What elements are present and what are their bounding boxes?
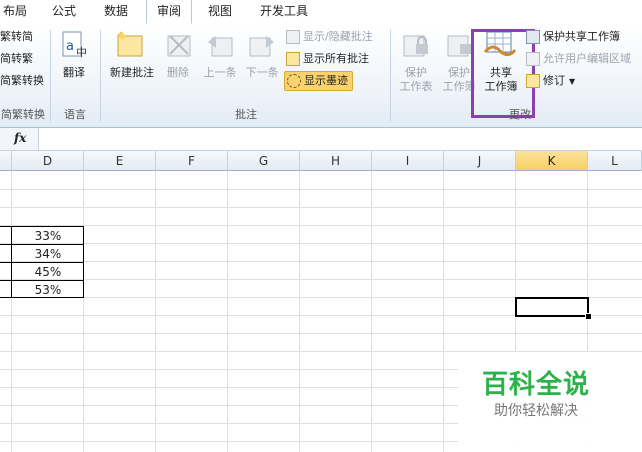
svg-text:中: 中 [76, 46, 87, 59]
tab-developer[interactable]: 开发工具 [252, 0, 316, 24]
column-header-g[interactable]: G [228, 151, 300, 171]
previous-comment-icon [204, 30, 236, 62]
insert-function-icon[interactable]: fx [14, 131, 26, 145]
track-changes-icon [526, 74, 540, 88]
allow-edit-icon [526, 52, 540, 66]
tab-layout[interactable]: 布局 [0, 0, 30, 24]
cell-d[interactable]: 53% [12, 281, 84, 299]
formula-input[interactable] [39, 129, 642, 150]
show-all-comments-icon [286, 52, 300, 66]
show-hide-comment-button[interactable]: 显示/隐藏批注 [286, 28, 373, 46]
convert-button[interactable]: 简繁转换 [0, 72, 44, 90]
protect-sheet-button[interactable]: 保护 工作表 [394, 66, 438, 94]
cell-d[interactable]: 34% [12, 245, 84, 263]
grid-row-line [0, 189, 642, 190]
track-changes-label: 修订 [543, 74, 565, 87]
previous-comment-button[interactable]: 上一条 [200, 66, 240, 80]
show-hide-comment-icon [286, 30, 300, 44]
separator [100, 30, 101, 122]
column-header-h[interactable]: H [300, 151, 372, 171]
grid-row-line [0, 225, 642, 226]
protect-share-workbook-button[interactable]: 保护共享工作簿 [526, 28, 620, 46]
column-header-j[interactable]: J [444, 151, 516, 171]
tab-data[interactable]: 数据 [94, 0, 138, 24]
chevron-down-icon: ▼ [569, 77, 576, 86]
separator [50, 30, 51, 122]
to-simplified-button[interactable]: 繁转简 [0, 28, 33, 46]
column-header-c[interactable] [0, 151, 12, 171]
grid-row-line [0, 243, 642, 244]
new-comment-icon [114, 30, 148, 62]
grid-row-line [0, 279, 642, 280]
group-label-conversion: 简繁转换 [1, 108, 45, 121]
group-label-comments: 批注 [235, 108, 257, 121]
cell-d[interactable]: 45% [12, 263, 84, 281]
grid-column-line [443, 171, 444, 452]
tab-formulas[interactable]: 公式 [44, 0, 84, 24]
delete-comment-icon [164, 30, 194, 62]
allow-edit-ranges-button[interactable]: 允许用户编辑区域 [526, 50, 631, 68]
column-header-e[interactable]: E [84, 151, 156, 171]
next-comment-button[interactable]: 下一条 [242, 66, 282, 80]
protect-sheet-icon [400, 30, 432, 62]
active-cell-selection[interactable] [515, 297, 589, 317]
column-header-l[interactable]: L [588, 151, 642, 171]
watermark-subtitle: 助你轻松解决 [494, 403, 578, 419]
show-ink-icon [287, 74, 301, 88]
show-all-comments-label: 显示所有批注 [303, 52, 369, 65]
group-label-changes: 更改 [509, 108, 531, 121]
column-header-i[interactable]: I [372, 151, 444, 171]
column-header-d[interactable]: D [12, 151, 84, 171]
svg-text:a: a [66, 39, 74, 54]
translate-icon: a中 [60, 30, 90, 62]
track-changes-button[interactable]: 修订 ▼ [526, 72, 575, 90]
new-comment-button[interactable]: 新建批注 [104, 66, 160, 80]
delete-comment-button[interactable]: 删除 [162, 66, 194, 80]
grid-column-line [11, 171, 12, 452]
protect-sheet-label-1: 保护 [405, 66, 427, 79]
watermark-title: 百科全说 [481, 370, 590, 400]
show-ink-label: 显示墨迹 [304, 74, 348, 87]
show-hide-comment-label: 显示/隐藏批注 [303, 30, 373, 43]
fill-handle[interactable] [585, 313, 592, 320]
grid-column-line [155, 171, 156, 452]
grid-row-line [0, 207, 642, 208]
grid-row-line [0, 333, 642, 334]
group-label-language: 语言 [64, 108, 86, 121]
column-header-k[interactable]: K [516, 151, 588, 171]
column-header-f[interactable]: F [156, 151, 228, 171]
show-all-comments-button[interactable]: 显示所有批注 [286, 50, 369, 68]
grid-column-line [299, 171, 300, 452]
allow-edit-label: 允许用户编辑区域 [543, 52, 631, 65]
protect-sheet-label-2: 工作表 [399, 80, 433, 93]
separator [390, 30, 391, 122]
protect-share-label: 保护共享工作簿 [543, 30, 620, 43]
to-traditional-button[interactable]: 简转繁 [0, 50, 33, 68]
grid-column-line [371, 171, 372, 452]
tab-review[interactable]: 审阅 [146, 0, 192, 24]
grid-column-line [83, 171, 84, 452]
grid-column-line [227, 171, 228, 452]
show-ink-button[interactable]: 显示墨迹 [284, 71, 353, 91]
cell-d[interactable]: 33% [12, 227, 84, 245]
tab-view[interactable]: 视图 [200, 0, 240, 24]
grid-row-line [0, 261, 642, 262]
next-comment-icon [246, 30, 278, 62]
translate-button[interactable]: 翻译 [56, 66, 92, 80]
protect-share-icon [526, 30, 540, 44]
